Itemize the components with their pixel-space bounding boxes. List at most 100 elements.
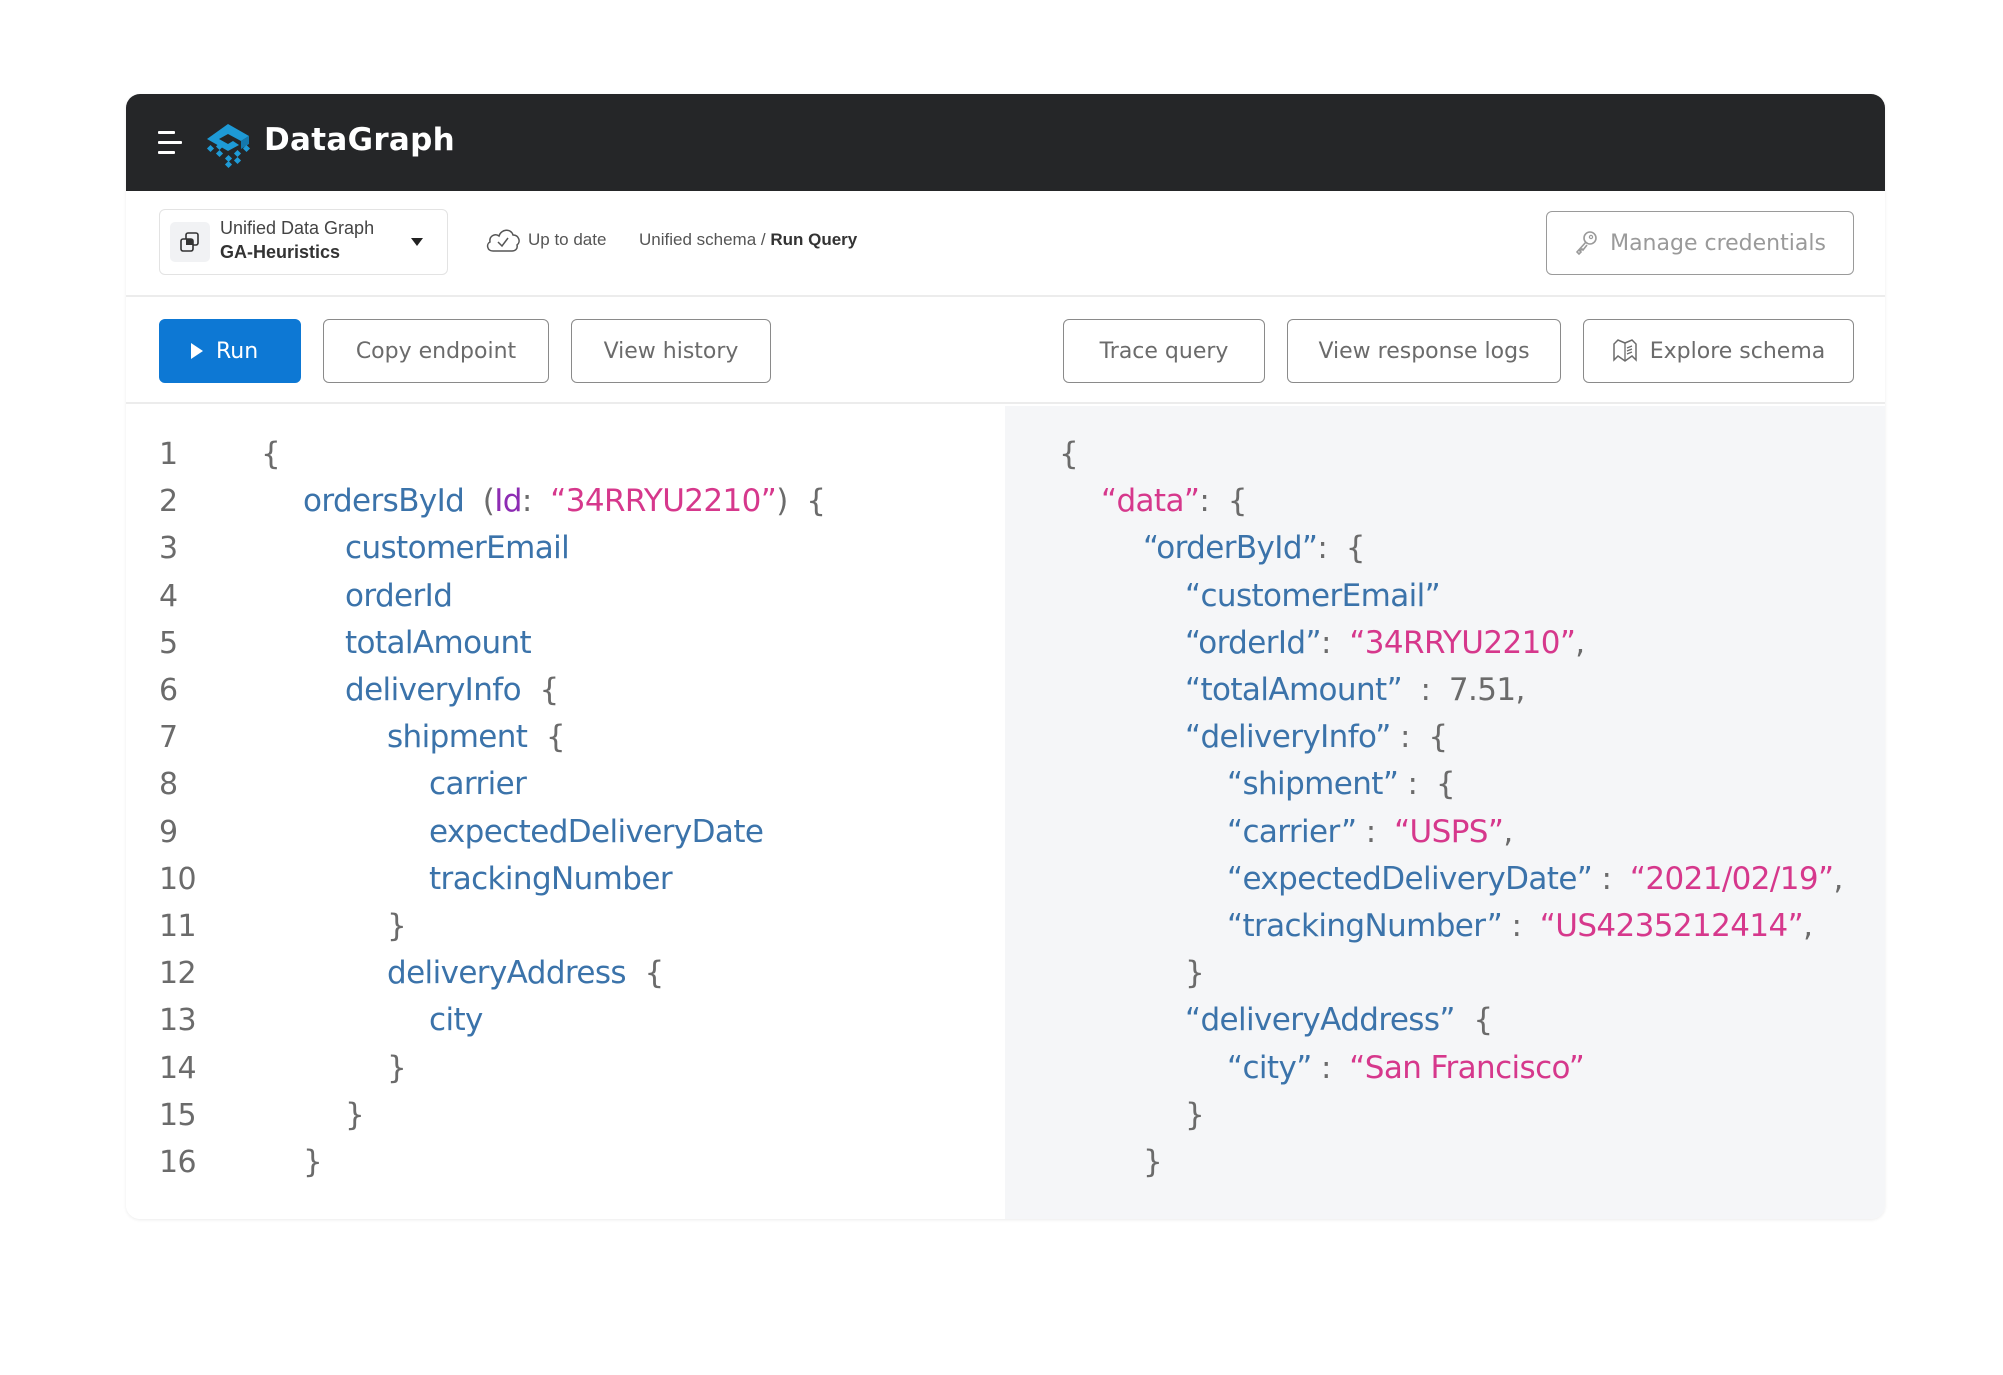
trace-query-button[interactable]: Trace query: [1063, 319, 1265, 383]
line-number: 8: [159, 767, 178, 803]
code-key: “carrier”: [1227, 813, 1357, 850]
code-key: totalAmount: [345, 624, 532, 661]
code-punctuation: :: [1402, 672, 1449, 708]
code-punctuation: {: [1454, 1002, 1493, 1039]
code-key: deliveryAddress: [387, 955, 627, 992]
code-key: “orderById”: [1143, 530, 1318, 567]
code-string: “USPS”: [1394, 813, 1504, 850]
code-number: 7.51: [1448, 672, 1516, 708]
response-line: “orderId”: “34RRYU2210”,: [1185, 620, 1585, 667]
graph-selector-label: Unified Data Graph: [220, 218, 375, 238]
query-editor[interactable]: 1 {2 ordersById (Id: “34RRYU2210”) {3 custo…: [126, 406, 1005, 1219]
query-line: shipment {: [387, 714, 566, 761]
code-punctuation: }: [1185, 1096, 1205, 1133]
code-string: “34RRYU2210”: [1349, 624, 1576, 661]
query-line: carrier: [429, 761, 527, 808]
line-number: 12: [159, 956, 197, 992]
query-line: trackingNumber: [429, 856, 673, 903]
response-line: {: [1059, 431, 1079, 478]
manage-credentials-label: Manage credentials: [1610, 230, 1826, 256]
response-viewer: {“data”: {“orderById”: {“customerEmail” “…: [1005, 406, 1885, 1219]
graph-selector-value: GA-Heuristics: [220, 242, 341, 262]
hamburger-menu-icon[interactable]: [158, 131, 184, 155]
code-punctuation: ) {: [776, 483, 826, 520]
code-punctuation: {: [261, 436, 281, 472]
code-key: “trackingNumber”: [1227, 908, 1503, 944]
response-line: “customerEmail”: [1185, 573, 1441, 620]
code-string: “2021/02/19”: [1629, 860, 1834, 897]
query-line: deliveryAddress {: [387, 950, 664, 997]
datagraph-logo-icon: [206, 124, 251, 168]
query-line: expectedDeliveryDate: [429, 809, 764, 856]
code-key: trackingNumber: [429, 860, 673, 897]
code-argument: Id: [494, 483, 522, 520]
graph-selector[interactable]: Unified Data Graph GA-Heuristics: [159, 209, 448, 275]
code-punctuation: : {: [1390, 719, 1448, 756]
response-line: }: [1185, 950, 1205, 997]
play-icon: [191, 343, 203, 359]
line-number: 3: [159, 531, 178, 567]
code-key: “orderId”: [1185, 624, 1322, 661]
query-line: }: [387, 1045, 407, 1092]
code-key: carrier: [429, 766, 527, 803]
run-button[interactable]: Run: [159, 319, 301, 383]
line-number: 14: [159, 1050, 197, 1086]
response-line: “trackingNumber” : “US4235212414”,: [1227, 903, 1813, 950]
line-number: 13: [159, 1003, 197, 1039]
query-line: }: [387, 903, 407, 950]
view-history-button[interactable]: View history: [571, 319, 771, 383]
response-line: }: [1143, 1139, 1163, 1186]
line-number: 5: [159, 625, 178, 661]
line-number: 9: [159, 814, 178, 850]
code-punctuation: :: [1311, 1049, 1350, 1086]
line-number: 4: [159, 578, 178, 614]
top-bar: DataGraph: [126, 94, 1885, 191]
query-line: deliveryInfo {: [345, 667, 559, 714]
sync-status-text: Up to date: [528, 230, 607, 249]
line-number: 2: [159, 484, 178, 520]
response-line: }: [1185, 1092, 1205, 1139]
code-punctuation: {: [520, 672, 559, 708]
code-key: “expectedDeliveryDate”: [1227, 860, 1593, 897]
code-punctuation: :: [1320, 624, 1350, 661]
response-line: “expectedDeliveryDate” : “2021/02/19”,: [1227, 856, 1843, 903]
explore-schema-button[interactable]: Explore schema: [1583, 319, 1854, 383]
query-line: totalAmount: [345, 620, 532, 667]
code-key: customerEmail: [345, 530, 570, 567]
book-map-icon: [1613, 339, 1637, 362]
response-line: “data”: {: [1101, 478, 1247, 525]
code-punctuation: :: [1356, 813, 1395, 850]
code-punctuation: ,: [1575, 624, 1585, 661]
query-line: ordersById (Id: “34RRYU2210”) {: [303, 478, 826, 525]
line-number: 16: [159, 1145, 197, 1180]
response-line: “totalAmount” : 7.51,: [1185, 667, 1525, 714]
code-punctuation: (: [464, 483, 495, 520]
code-punctuation: {: [625, 955, 664, 992]
code-punctuation: :: [1502, 908, 1540, 944]
code-punctuation: :: [521, 483, 551, 520]
code-punctuation: : {: [1398, 766, 1456, 803]
code-key: deliveryInfo: [345, 672, 522, 708]
query-line: city: [429, 997, 483, 1044]
code-key: “totalAmount”: [1185, 672, 1403, 708]
query-line: }: [345, 1092, 365, 1139]
code-key: “shipment”: [1227, 766, 1399, 803]
code-punctuation: }: [387, 908, 407, 944]
view-response-logs-button[interactable]: View response logs: [1287, 319, 1561, 383]
code-key: “deliveryInfo”: [1185, 719, 1391, 756]
code-punctuation: ,: [1803, 908, 1813, 944]
code-key: expectedDeliveryDate: [429, 813, 764, 850]
code-punctuation: }: [387, 1049, 407, 1086]
breadcrumb-parent[interactable]: Unified schema /: [639, 230, 770, 249]
copy-endpoint-button[interactable]: Copy endpoint: [323, 319, 549, 383]
run-label: Run: [216, 338, 259, 364]
manage-credentials-button[interactable]: Manage credentials: [1546, 211, 1854, 275]
response-line: “city” : “San Francisco”: [1227, 1045, 1585, 1092]
breadcrumb: Unified schema / Run Query: [639, 230, 857, 250]
code-punctuation: }: [1143, 1144, 1163, 1180]
code-string: “34RRYU2210”: [550, 483, 777, 520]
key-icon: [1575, 231, 1597, 256]
code-punctuation: ,: [1503, 813, 1513, 850]
code-key: shipment: [387, 719, 528, 756]
query-line: customerEmail: [345, 525, 570, 572]
